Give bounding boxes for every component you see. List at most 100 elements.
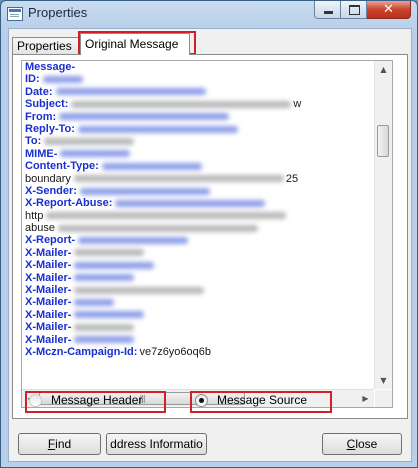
message-line: Content-Type: <box>25 160 375 172</box>
redacted-value <box>74 323 135 331</box>
message-line: Message- <box>25 61 375 73</box>
message-line: X-Report- <box>25 234 375 246</box>
header-field-name: X-Mailer- <box>25 271 72 284</box>
redacted-value <box>44 137 135 145</box>
header-continuation-text: http <box>25 209 44 222</box>
minimize-button[interactable] <box>314 1 341 19</box>
tab-properties[interactable]: Properties <box>12 37 84 55</box>
close-label: lose <box>355 437 378 451</box>
close-icon: ✕ <box>383 2 394 17</box>
redacted-value <box>74 249 145 257</box>
message-line: X-Mailer- <box>25 247 375 259</box>
redacted-value <box>78 237 189 245</box>
header-field-name: X-Mailer- <box>25 321 72 334</box>
header-field-name: X-Mailer- <box>25 246 72 259</box>
message-line: Reply-To: <box>25 123 375 135</box>
message-header-radio[interactable] <box>29 393 42 407</box>
title-bar[interactable]: Properties ✕ <box>1 1 417 27</box>
header-field-name: From: <box>25 110 57 123</box>
message-line: X-Mczn-Campaign-Id: ve7z6yo6oq6b <box>25 346 375 358</box>
message-source-label: Message Source <box>217 393 308 407</box>
redacted-value <box>42 75 83 83</box>
message-line: X-Mailer- <box>25 334 375 346</box>
message-line: ID: <box>25 73 375 85</box>
original-message-panel: Message- ID: Date: Subject: w From: Reply-To: T… <box>12 54 408 419</box>
header-field-name: MIME- <box>25 147 58 160</box>
header-field-name: X-Mailer- <box>25 333 72 346</box>
visible-value-fragment: ve7z6yo6oq6b <box>139 345 212 358</box>
visible-value-fragment: w <box>293 98 302 111</box>
header-field-name: Content-Type: <box>25 160 99 173</box>
redacted-value <box>71 100 292 108</box>
scroll-down-arrow-icon[interactable]: ▼ <box>375 372 392 389</box>
redacted-value <box>79 187 210 195</box>
message-line: X-Mailer- <box>25 284 375 296</box>
scroll-right-arrow-icon[interactable]: ▶ <box>357 390 374 407</box>
message-line: To: <box>25 135 375 147</box>
message-source-radio[interactable] <box>195 393 208 407</box>
close-button[interactable]: Close <box>322 433 402 455</box>
maximize-button[interactable] <box>341 1 367 19</box>
minimize-icon <box>324 11 333 14</box>
address-information-button[interactable]: ddress Informatio <box>106 433 207 455</box>
header-field-name: To: <box>25 135 42 148</box>
window-title: Properties <box>28 5 88 20</box>
message-line: X-Mailer- <box>25 272 375 284</box>
find-label: ind <box>55 437 72 451</box>
tab-original-message[interactable]: Original Message <box>80 33 190 55</box>
redacted-value <box>74 274 135 282</box>
header-field-name: X-Mailer- <box>25 259 72 272</box>
message-line: boundary 25 <box>25 173 375 185</box>
header-field-name: Subject: <box>25 98 69 111</box>
message-source-option[interactable]: Message Source <box>195 390 307 410</box>
message-line: X-Mailer- <box>25 259 375 271</box>
caption-buttons: ✕ <box>314 1 411 20</box>
message-lines: Message- ID: Date: Subject: w From: Reply-To: T… <box>25 61 375 389</box>
message-line: http <box>25 210 375 222</box>
message-line: X-Mailer- <box>25 296 375 308</box>
redacted-value <box>115 199 266 207</box>
redacted-value <box>74 286 205 294</box>
redacted-value <box>57 224 258 232</box>
message-line: MIME- <box>25 148 375 160</box>
redacted-value <box>101 162 202 170</box>
header-continuation-text: boundary <box>25 172 71 185</box>
address-information-label: ddress Informatio <box>110 437 203 451</box>
message-line: X-Mailer- <box>25 321 375 333</box>
vertical-scrollbar[interactable]: ▲ ▼ <box>374 61 392 389</box>
close-window-button[interactable]: ✕ <box>367 1 411 19</box>
dialog-client: Properties Original Message Message- ID: D… <box>8 28 412 462</box>
header-field-name: X-Mailer- <box>25 284 72 297</box>
header-field-name: ID: <box>25 73 40 86</box>
redacted-value <box>46 212 287 220</box>
message-line: Subject: w <box>25 98 375 110</box>
message-header-label: Message Header <box>51 393 143 407</box>
redacted-value <box>74 299 115 307</box>
vertical-scroll-thumb[interactable] <box>377 125 389 157</box>
app-icon <box>7 7 23 21</box>
message-header-option[interactable]: Message Header <box>29 390 142 410</box>
message-line: From: <box>25 111 375 123</box>
header-continuation-text: abuse <box>25 222 55 235</box>
message-line: X-Sender: <box>25 185 375 197</box>
message-line: X-Mailer- <box>25 309 375 321</box>
header-field-name: Date: <box>25 85 53 98</box>
redacted-value <box>60 150 131 158</box>
redacted-value <box>59 113 230 121</box>
header-field-name: X-Mailer- <box>25 308 72 321</box>
scroll-corner <box>375 390 392 407</box>
header-field-name: X-Mailer- <box>25 296 72 309</box>
maximize-icon <box>349 5 360 15</box>
redacted-value <box>73 175 284 183</box>
redacted-value <box>77 125 238 133</box>
scroll-up-arrow-icon[interactable]: ▲ <box>375 61 392 78</box>
redacted-value <box>74 261 155 269</box>
properties-window: Properties ✕ Properties Original Message… <box>0 0 418 468</box>
redacted-value <box>74 311 145 319</box>
redacted-value <box>55 88 206 96</box>
message-line: X-Report-Abuse: <box>25 197 375 209</box>
find-button[interactable]: Find <box>18 433 101 455</box>
message-line: abuse <box>25 222 375 234</box>
header-field-name: Reply-To: <box>25 122 75 135</box>
message-source-textbox[interactable]: Message- ID: Date: Subject: w From: Reply-To: T… <box>21 60 393 408</box>
